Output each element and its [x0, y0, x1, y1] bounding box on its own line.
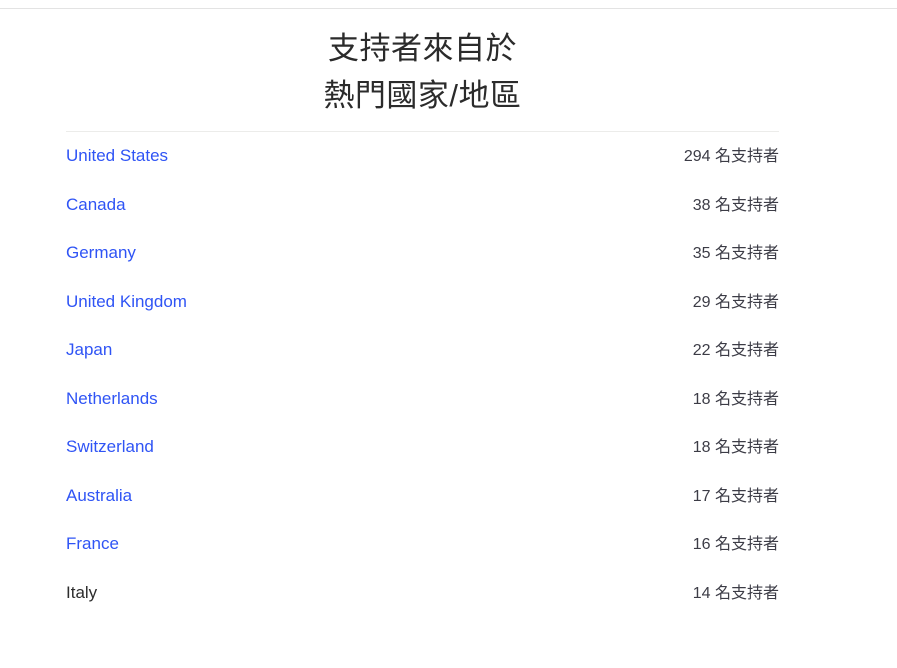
country-list: United States 294 名支持者 Canada 38 名支持者 German… — [66, 132, 779, 617]
list-item[interactable]: Switzerland 18 名支持者 — [66, 423, 779, 472]
panel-content: 支持者來自於 熱門國家/地區 United States 294 名支持者 Cana… — [66, 9, 779, 617]
page-title-line-2: 熱門國家/地區 — [323, 78, 522, 113]
list-item[interactable]: Canada 38 名支持者 — [66, 181, 779, 230]
page-title-line-1: 支持者來自於 — [328, 31, 517, 66]
country-link[interactable]: Germany — [66, 229, 136, 278]
backer-count: 294 名支持者 — [683, 148, 779, 165]
list-item[interactable]: Netherlands 18 名支持者 — [66, 375, 779, 424]
list-item[interactable]: Japan 22 名支持者 — [66, 326, 779, 375]
backer-count: 17 名支持者 — [692, 487, 779, 505]
list-item[interactable]: United States 294 名支持者 — [66, 132, 779, 181]
list-item[interactable]: France 16 名支持者 — [66, 520, 779, 569]
backer-count: 18 名支持者 — [692, 439, 779, 456]
country-link: Italy — [66, 582, 98, 602]
list-item: Italy 14 名支持者 — [66, 569, 779, 618]
backer-count: 18 名支持者 — [692, 390, 779, 408]
backer-count: 35 名支持者 — [692, 245, 779, 262]
backer-count: 29 名支持者 — [692, 293, 779, 311]
backer-count: 22 名支持者 — [692, 342, 779, 359]
country-link[interactable]: Australia — [66, 472, 132, 521]
backer-count: 14 名支持者 — [692, 584, 779, 602]
country-link[interactable]: Netherlands — [66, 375, 158, 424]
country-link[interactable]: Canada — [66, 181, 126, 230]
backer-count: 16 名支持者 — [692, 536, 779, 553]
backers-country-panel: 支持者來自於 熱門國家/地區 United States 294 名支持者 Cana… — [0, 0, 897, 668]
country-link[interactable]: United States — [66, 132, 168, 181]
country-link[interactable]: United Kingdom — [66, 278, 187, 327]
country-link[interactable]: France — [66, 520, 119, 569]
list-item[interactable]: United Kingdom 29 名支持者 — [66, 278, 779, 327]
list-item[interactable]: Australia 17 名支持者 — [66, 472, 779, 521]
country-link[interactable]: Switzerland — [66, 423, 154, 472]
page-title: 支持者來自於 熱門國家/地區 — [66, 9, 779, 119]
country-link[interactable]: Japan — [66, 326, 112, 375]
list-item[interactable]: Germany 35 名支持者 — [66, 229, 779, 278]
backer-count: 38 名支持者 — [692, 196, 779, 214]
